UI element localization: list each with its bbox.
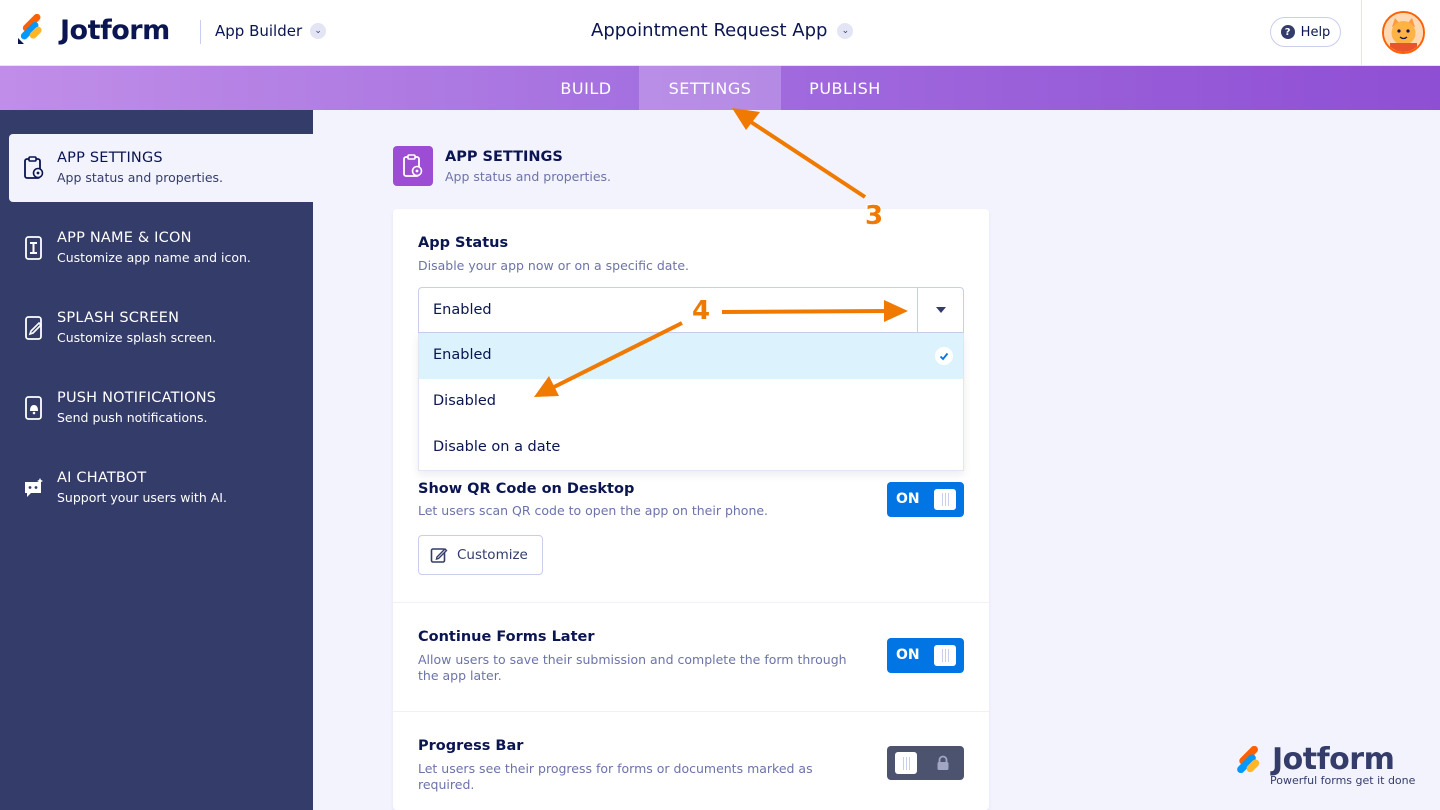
qr-code-description: Let users scan QR code to open the app o… <box>418 503 769 518</box>
lock-icon <box>937 755 949 770</box>
option-label: Disable on a date <box>433 439 561 455</box>
caret-down-icon <box>935 307 946 313</box>
main-tabs: BUILD SETTINGS PUBLISH <box>0 66 1440 110</box>
sidebar-item-app-name-icon[interactable]: APP NAME & ICON Customize app name and i… <box>9 214 313 282</box>
section-divider <box>393 602 989 603</box>
option-disabled[interactable]: Disabled <box>419 379 963 425</box>
sidebar-item-title: APP NAME & ICON <box>57 230 192 246</box>
app-status-select[interactable]: Enabled <box>418 287 964 333</box>
chevron-down-icon: ⌄ <box>310 23 327 39</box>
sidebar-item-subtitle: Support your users with AI. <box>57 490 227 505</box>
settings-sidebar: APP SETTINGS App status and properties. … <box>0 110 313 810</box>
qr-code-title: Show QR Code on Desktop <box>418 481 635 497</box>
sidebar-item-subtitle: Send push notifications. <box>57 410 208 425</box>
sidebar-item-title: PUSH NOTIFICATIONS <box>57 390 217 406</box>
qr-code-toggle[interactable]: ON <box>887 482 964 517</box>
sidebar-item-subtitle: App status and properties. <box>57 170 224 185</box>
sidebar-item-subtitle: Customize splash screen. <box>57 330 217 345</box>
header-divider-right <box>1361 0 1362 66</box>
app-title: Appointment Request App <box>591 20 828 41</box>
continue-forms-description: Allow users to save their submission and… <box>418 652 847 683</box>
continue-forms-title: Continue Forms Later <box>418 629 595 645</box>
progress-bar-toggle[interactable] <box>887 746 964 780</box>
jotform-logo[interactable]: Jotform <box>16 14 170 46</box>
help-label: Help <box>1300 24 1331 40</box>
toggle-knob <box>895 752 917 774</box>
toggle-label: ON <box>896 647 920 663</box>
sidebar-item-splash-screen[interactable]: SPLASH SCREEN Customize splash screen. <box>9 294 313 362</box>
question-icon: ? <box>1280 25 1295 39</box>
option-enabled[interactable]: Enabled <box>419 333 963 379</box>
dropdown-toggle[interactable] <box>917 288 963 332</box>
option-label: Enabled <box>433 347 492 363</box>
app-status-dropdown: Enabled Disabled Disable on a date <box>418 333 964 471</box>
app-settings-header-icon <box>393 146 433 186</box>
app-status-description: Disable your app now or on a specific da… <box>418 258 689 273</box>
option-label: Disabled <box>433 393 496 409</box>
chevron-down-icon: ⌄ <box>837 22 854 39</box>
tab-publish[interactable]: PUBLISH <box>781 66 909 110</box>
continue-forms-toggle[interactable]: ON <box>887 638 964 673</box>
push-notification-icon <box>25 396 42 420</box>
avatar[interactable] <box>1382 11 1425 54</box>
header-divider <box>200 20 201 44</box>
customize-button[interactable]: Customize <box>418 535 543 575</box>
annotation-number-3: 3 <box>865 201 884 231</box>
sidebar-item-push-notifications[interactable]: PUSH NOTIFICATIONS Send push notificatio… <box>9 374 313 442</box>
progress-bar-description: Let users see their progress for forms o… <box>418 761 813 792</box>
watermark-tagline: Powerful forms get it done <box>1270 774 1416 787</box>
annotation-number-4: 4 <box>692 296 711 326</box>
splash-screen-icon <box>25 316 43 340</box>
toggle-label: ON <box>896 491 920 507</box>
sidebar-item-title: SPLASH SCREEN <box>57 310 180 326</box>
sidebar-item-ai-chatbot[interactable]: AI CHATBOT Support your users with AI. <box>9 454 313 522</box>
app-icon <box>25 236 42 260</box>
tab-settings[interactable]: SETTINGS <box>639 66 781 110</box>
annotation-arrowhead-3 <box>732 108 760 130</box>
progress-bar-title: Progress Bar <box>418 738 524 754</box>
app-builder-label: App Builder <box>215 22 303 40</box>
edit-icon <box>430 548 448 563</box>
toggle-knob <box>934 489 956 510</box>
jotform-logo-icon <box>18 14 42 44</box>
watermark-brand: Jotform <box>1272 742 1395 777</box>
page-title: APP SETTINGS <box>445 149 563 165</box>
jotform-logo-icon <box>1237 746 1260 774</box>
toggle-knob <box>934 645 956 666</box>
app-title-menu[interactable]: Appointment Request App ⌄ <box>591 20 854 41</box>
app-status-selected-value: Enabled <box>433 302 492 318</box>
sidebar-item-subtitle: Customize app name and icon. <box>57 250 251 265</box>
check-icon <box>935 347 953 365</box>
settings-clipboard-icon <box>24 156 44 179</box>
avatar-cat-icon <box>1384 13 1423 52</box>
customize-label: Customize <box>457 547 528 563</box>
option-disable-on-date[interactable]: Disable on a date <box>419 425 963 471</box>
section-divider <box>393 711 989 712</box>
sidebar-item-title: AI CHATBOT <box>57 470 147 486</box>
sidebar-item-app-settings[interactable]: APP SETTINGS App status and properties. <box>9 134 313 202</box>
page-subtitle: App status and properties. <box>445 169 612 184</box>
help-button[interactable]: ? Help <box>1270 17 1341 47</box>
brand-name: Jotform <box>60 14 170 46</box>
tab-build[interactable]: BUILD <box>533 66 639 110</box>
app-status-title: App Status <box>418 235 509 251</box>
top-header: Jotform App Builder ⌄ Appointment Reques… <box>0 0 1440 66</box>
app-builder-menu[interactable]: App Builder ⌄ <box>215 22 327 40</box>
settings-clipboard-icon <box>403 154 423 177</box>
chatbot-icon <box>25 478 43 497</box>
annotation-arrow-3 <box>746 118 867 199</box>
sidebar-item-title: APP SETTINGS <box>57 150 163 166</box>
